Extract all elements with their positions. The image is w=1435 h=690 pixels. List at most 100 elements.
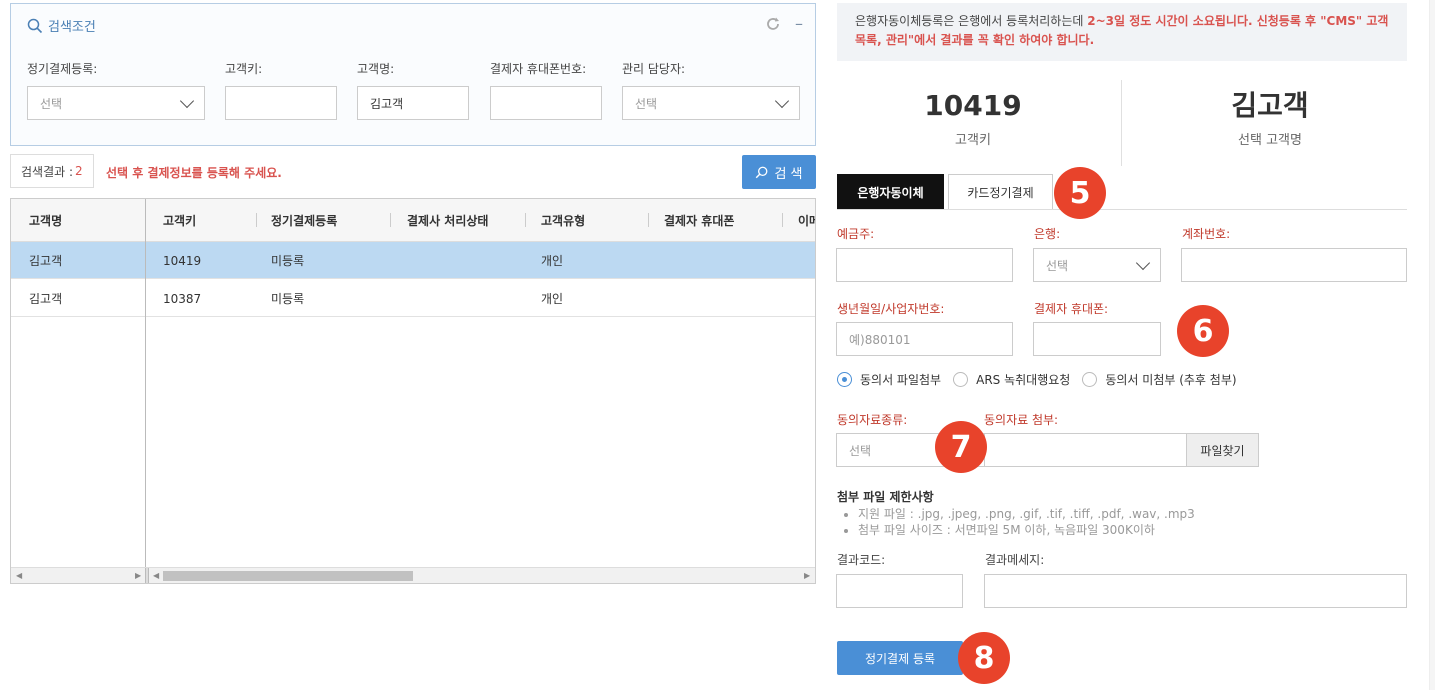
bank-select[interactable]: 선택 (1033, 248, 1161, 282)
field-label: 고객키: (225, 62, 263, 76)
consent-file-input[interactable] (984, 433, 1187, 467)
bank-label: 은행: (1034, 227, 1061, 241)
step-badge-5: 5 (1054, 167, 1106, 219)
result-message-input[interactable] (984, 574, 1407, 608)
cell-name: 김고객 (29, 254, 63, 268)
cell-key: 10387 (163, 291, 202, 306)
customer-key-label: 고객키 (955, 133, 991, 148)
payer-phone-input[interactable] (1033, 322, 1161, 356)
regular-payment-select[interactable]: 선택 (27, 86, 205, 120)
refresh-icon[interactable] (765, 16, 781, 32)
payer-phone-input[interactable] (490, 86, 602, 120)
notice-text: 은행자동이체등록은 은행에서 등록처리하는데 (855, 14, 1088, 28)
list-item: 첨부 파일 사이즈 : 서면파일 5M 이하, 녹음파일 300K이하 (858, 522, 1195, 538)
result-message-label: 결과메세지: (985, 553, 1045, 567)
customer-key-value: 10419 (924, 89, 1022, 122)
field-customer-name: 고객명: 김고객 (357, 60, 469, 120)
col-header-email[interactable]: 이메 (798, 199, 815, 242)
field-regular-payment: 정기결제등록: 선택 (27, 60, 205, 120)
account-label: 계좌번호: (1182, 227, 1231, 241)
register-payment-button[interactable]: 정기결제 등록 (837, 641, 963, 675)
step-badge-7: 7 (935, 421, 987, 473)
col-header-regular-payment[interactable]: 정기결제등록 (271, 199, 337, 242)
search-icon (27, 18, 43, 33)
birth-input[interactable]: 예)880101 (836, 322, 1013, 356)
cell-regular-payment: 미등록 (271, 292, 305, 306)
cell-name: 김고객 (29, 292, 63, 306)
customer-key-input[interactable] (225, 86, 337, 120)
radio-file-attach[interactable]: 동의서 파일첨부 (837, 371, 941, 388)
radio-ars-request[interactable]: ARS 녹취대행요청 (953, 371, 1070, 388)
radio-attach-later[interactable]: 동의서 미첨부 (추후 첨부) (1082, 371, 1237, 388)
search-icon (756, 166, 768, 178)
scroll-right-icon[interactable]: ▶ (135, 571, 141, 580)
col-header-name[interactable]: 고객명 (29, 199, 62, 242)
scrollbar-divider (145, 568, 149, 583)
result-hint: 선택 후 결제정보를 등록해 주세요. (106, 166, 282, 180)
customer-name-value: 김고객 (1231, 89, 1309, 122)
search-panel-header: 검색조건 (27, 16, 96, 35)
search-panel-title: 검색조건 (48, 20, 96, 35)
step-badge-6: 6 (1177, 305, 1229, 357)
scroll-right-icon[interactable]: ▶ (804, 571, 810, 580)
notice-box: 은행자동이체등록은 은행에서 등록처리하는데 2~3일 정도 시간이 소요됩니다… (837, 3, 1407, 61)
search-button[interactable]: 검 색 (742, 155, 816, 189)
limits-list: 지원 파일 : .jpg, .jpeg, .png, .gif, .tif, .… (858, 506, 1195, 538)
tab-underline (837, 209, 1407, 210)
vertical-scrollbar[interactable] (1429, 0, 1435, 690)
consent-type-label: 동의자료종류: (837, 413, 908, 427)
consent-file-label: 동의자료 첨부: (984, 413, 1059, 427)
customer-key-summary: 10419 고객키 (913, 88, 1033, 148)
scroll-left-icon[interactable]: ◀ (153, 571, 159, 580)
field-label: 고객명: (357, 62, 395, 76)
grid-header: 고객명 고객키 정기결제등록 결제사 처리상태 고객유형 결제자 휴대폰 이메 (11, 199, 815, 242)
customer-name-label: 선택 고객명 (1238, 133, 1302, 148)
scrollbar-thumb[interactable] (163, 571, 413, 581)
field-payer-phone: 결제자 휴대폰번호: (490, 60, 602, 120)
col-header-key[interactable]: 고객키 (163, 199, 196, 242)
list-item: 지원 파일 : .jpg, .jpeg, .png, .gif, .tif, .… (858, 506, 1195, 522)
find-file-button[interactable]: 파일찾기 (1186, 433, 1259, 467)
result-count-value: 2 (75, 164, 83, 178)
step-badge-8: 8 (958, 632, 1010, 684)
radio-unchecked-icon (953, 372, 969, 387)
cell-type: 개인 (541, 254, 564, 268)
result-code-input[interactable] (836, 574, 963, 608)
cell-type: 개인 (541, 292, 564, 306)
depositor-label: 예금주: (837, 227, 875, 241)
col-header-type[interactable]: 고객유형 (541, 199, 585, 242)
customer-name-summary: 김고객 선택 고객명 (1200, 88, 1340, 148)
customer-grid: 고객명 고객키 정기결제등록 결제사 처리상태 고객유형 결제자 휴대폰 이메 … (10, 198, 816, 584)
consent-method-radios: 동의서 파일첨부 ARS 녹취대행요청 동의서 미첨부 (추후 첨부) (837, 371, 1237, 388)
horizontal-scrollbar[interactable]: ◀ ▶ ◀ ▶ (11, 567, 815, 583)
col-header-phone[interactable]: 결제자 휴대폰 (664, 199, 734, 242)
depositor-input[interactable] (836, 248, 1013, 282)
field-manager: 관리 담당자: 선택 (622, 60, 800, 120)
result-count-label: 검색결과 : (21, 164, 74, 179)
scroll-left-icon[interactable]: ◀ (16, 571, 22, 580)
customer-name-input[interactable]: 김고객 (357, 86, 469, 120)
payer-phone-label: 결제자 휴대폰: (1034, 302, 1109, 316)
result-code-label: 결과코드: (837, 553, 886, 567)
manager-select[interactable]: 선택 (622, 86, 800, 120)
summary-divider (1121, 80, 1122, 166)
field-label: 정기결제등록: (27, 62, 98, 76)
search-panel: 검색조건 – 정기결제등록: 선택 고객키: 고객명: 김고객 결제자 휴대폰번… (10, 3, 816, 146)
chevron-down-icon (1135, 255, 1151, 270)
tab-card-payment[interactable]: 카드정기결제 (948, 174, 1053, 210)
frozen-column-divider (145, 199, 146, 569)
field-label: 결제자 휴대폰번호: (490, 62, 587, 76)
radio-unchecked-icon (1082, 372, 1098, 387)
field-customer-key: 고객키: (225, 60, 337, 120)
search-button-label: 검 색 (774, 166, 803, 182)
result-count: 검색결과 : 2 (10, 154, 94, 188)
chevron-down-icon (774, 93, 790, 108)
birth-label: 생년월일/사업자번호: (837, 302, 945, 316)
account-input[interactable] (1181, 248, 1407, 282)
table-row[interactable]: 김고객 10387 미등록 개인 (11, 280, 815, 317)
tab-bank-transfer[interactable]: 은행자동이체 (837, 174, 944, 210)
collapse-icon[interactable]: – (795, 16, 803, 32)
cell-key: 10419 (163, 253, 202, 268)
table-row[interactable]: 김고객 10419 미등록 개인 (11, 242, 815, 279)
col-header-status[interactable]: 결제사 처리상태 (407, 199, 488, 242)
